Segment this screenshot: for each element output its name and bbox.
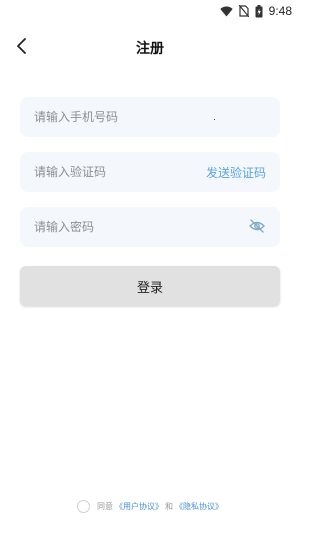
verification-code-input[interactable]: [34, 165, 206, 179]
phone-input[interactable]: [34, 110, 266, 124]
agree-radio[interactable]: [77, 499, 90, 513]
status-bar: 9:48: [0, 0, 300, 22]
eye-off-icon: [249, 218, 265, 237]
privacy-policy-link[interactable]: 《隐私协议》: [175, 501, 223, 512]
no-sim-icon: [238, 5, 249, 17]
agree-text: 同意: [97, 501, 113, 511]
page-title: 注册: [136, 41, 164, 57]
password-input[interactable]: [34, 220, 248, 234]
and-text: 和: [165, 501, 173, 511]
send-code-button[interactable]: 发送验证码: [206, 164, 266, 181]
wifi-icon: [219, 6, 233, 17]
battery-icon: [255, 4, 263, 18]
submit-button[interactable]: 登录: [20, 266, 280, 306]
password-visibility-toggle[interactable]: [248, 218, 266, 236]
phone-field: [20, 97, 280, 137]
cursor-dot: [214, 119, 215, 120]
agreement-row: 同意 《用户协议》 和 《隐私协议》: [0, 498, 300, 514]
user-agreement-link[interactable]: 《用户协议》: [115, 501, 163, 512]
verification-code-field: 发送验证码: [20, 152, 280, 192]
status-time: 9:48: [268, 4, 292, 18]
nav-bar: 注册: [0, 30, 300, 66]
password-field: [20, 207, 280, 247]
